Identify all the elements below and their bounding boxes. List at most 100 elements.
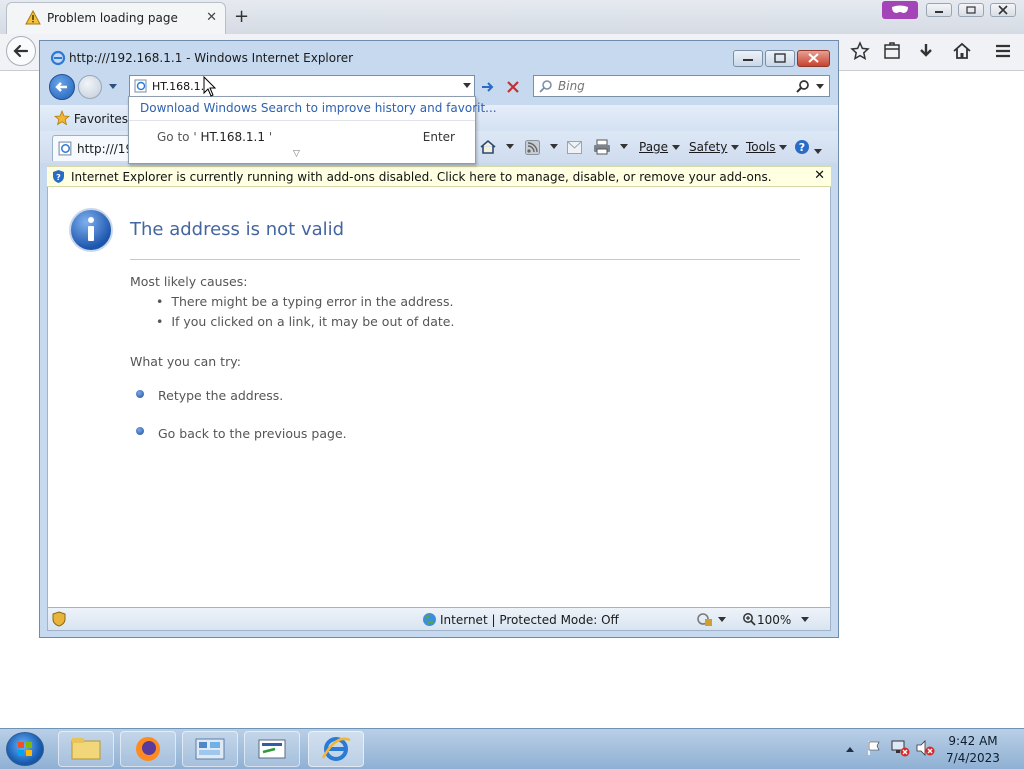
- firefox-close-button[interactable]: [990, 3, 1016, 17]
- globe-icon: [423, 613, 436, 626]
- zoom-dropdown-icon[interactable]: [801, 617, 809, 623]
- taskbar-control-panel-button[interactable]: [182, 731, 238, 767]
- home-icon[interactable]: [952, 41, 972, 61]
- library-icon[interactable]: [882, 41, 902, 61]
- folder-icon: [71, 738, 101, 760]
- taskbar-firefox-button[interactable]: [120, 731, 176, 767]
- ie-tab-label: http:///19: [77, 142, 134, 156]
- ie-back-button[interactable]: [49, 74, 75, 100]
- firefox-minimize-button[interactable]: [926, 3, 952, 17]
- zoom-icon[interactable]: [742, 612, 756, 626]
- home-icon[interactable]: [480, 139, 496, 155]
- page-menu-label: Page: [639, 140, 669, 154]
- protected-mode-icon[interactable]: [696, 612, 714, 627]
- security-zone-text[interactable]: Internet | Protected Mode: Off: [440, 613, 619, 627]
- help-dropdown-icon: [813, 149, 822, 154]
- address-autocomplete-dropdown: Download Windows Search to improve histo…: [128, 96, 497, 164]
- tools-menu[interactable]: Tools: [746, 140, 788, 154]
- home-dropdown-icon[interactable]: [506, 144, 514, 150]
- firefox-tab-title: Problem loading page: [47, 11, 178, 25]
- safety-menu-dropdown-icon: [731, 145, 740, 150]
- ie-forward-button[interactable]: [78, 75, 102, 99]
- show-hidden-icons-icon[interactable]: [845, 745, 855, 753]
- enter-hint: Enter: [422, 130, 455, 144]
- help-menu[interactable]: ?: [794, 139, 822, 158]
- hamburger-menu-icon[interactable]: [993, 41, 1013, 61]
- stop-icon[interactable]: [505, 79, 521, 95]
- ie-status-bar: Internet | Protected Mode: Off 100%: [47, 607, 831, 631]
- favorites-label: Favorites: [73, 112, 129, 126]
- goto-address: HT.168.1.1: [200, 130, 265, 144]
- addons-disabled-infobar[interactable]: ? Internet Explorer is currently running…: [47, 166, 831, 187]
- info-icon: [69, 208, 113, 252]
- ie-minimize-button[interactable]: [733, 50, 763, 67]
- firefox-icon: [136, 737, 160, 761]
- safety-menu-label: Safety: [689, 140, 728, 154]
- mail-icon[interactable]: [567, 141, 582, 154]
- goto-suffix: ': [268, 130, 273, 144]
- zone-dropdown-icon[interactable]: [718, 617, 726, 623]
- ie-close-button[interactable]: [797, 50, 830, 67]
- page-menu-dropdown-icon: [671, 145, 680, 150]
- infobar-message: Internet Explorer is currently running w…: [71, 170, 772, 184]
- page-menu[interactable]: Page: [639, 140, 680, 154]
- goto-suggestion[interactable]: Go to ' HT.168.1.1 ': [157, 130, 272, 144]
- address-input[interactable]: [152, 78, 452, 94]
- new-tab-button[interactable]: +: [234, 6, 249, 27]
- network-tray-icon[interactable]: [890, 739, 910, 757]
- history-dropdown-icon[interactable]: [108, 83, 118, 91]
- ie-search-box[interactable]: [533, 75, 830, 97]
- dropdown-separator: [129, 120, 475, 121]
- svg-text:?: ?: [799, 141, 805, 154]
- warning-triangle-icon: [25, 10, 41, 25]
- security-shield-icon: [52, 611, 66, 627]
- safety-menu[interactable]: Safety: [689, 140, 740, 154]
- ie-address-bar[interactable]: [129, 75, 475, 97]
- clock-date[interactable]: 7/4/2023: [938, 751, 1008, 765]
- download-windows-search-link[interactable]: Download Windows Search to improve histo…: [140, 101, 497, 115]
- firefox-tab-problem-loading[interactable]: Problem loading page ✕: [6, 2, 226, 34]
- go-arrow-icon[interactable]: [480, 79, 496, 95]
- control-panel-icon: [195, 738, 225, 760]
- search-input[interactable]: [558, 78, 788, 94]
- zoom-level[interactable]: 100%: [757, 613, 791, 627]
- firefox-restore-button[interactable]: [958, 3, 984, 17]
- tools-menu-label: Tools: [746, 140, 776, 154]
- help-icon: ?: [795, 140, 809, 154]
- download-arrow-icon[interactable]: [916, 41, 936, 61]
- taskbar-ie-button[interactable]: [308, 731, 364, 767]
- tools-menu-dropdown-icon: [779, 145, 788, 150]
- print-dropdown-icon[interactable]: [620, 144, 628, 150]
- action-center-flag-icon[interactable]: [866, 740, 882, 756]
- print-icon[interactable]: [593, 139, 611, 155]
- clock-time[interactable]: 9:42 AM: [938, 734, 1008, 748]
- start-button[interactable]: [6, 732, 44, 766]
- causes-heading: Most likely causes:: [130, 274, 248, 289]
- private-browsing-mask-icon: [882, 1, 918, 19]
- tab-close-icon[interactable]: ✕: [206, 10, 217, 25]
- infobar-close-icon[interactable]: ✕: [814, 168, 825, 183]
- back-button[interactable]: [6, 36, 36, 66]
- volume-muted-icon[interactable]: [915, 740, 935, 756]
- try-heading: What you can try:: [130, 354, 241, 369]
- taskbar-explorer-button[interactable]: [58, 731, 114, 767]
- svg-text:?: ?: [56, 173, 61, 182]
- address-dropdown-icon[interactable]: [463, 83, 471, 89]
- firefox-tab-strip: Problem loading page ✕ +: [0, 0, 1024, 34]
- ie-logo-icon: [50, 50, 66, 66]
- star-icon[interactable]: [850, 41, 870, 61]
- favorites-button[interactable]: Favorites: [53, 109, 129, 126]
- ie-logo-icon: [321, 737, 351, 761]
- ie-maximize-button[interactable]: [765, 50, 795, 67]
- search-go-icon[interactable]: [795, 79, 811, 95]
- feeds-dropdown-icon[interactable]: [550, 144, 558, 150]
- back-arrow-icon: [13, 44, 29, 58]
- windows-logo-icon: [18, 742, 32, 756]
- expand-more-icon[interactable]: ▽: [293, 149, 300, 159]
- search-provider-dropdown-icon[interactable]: [816, 84, 824, 90]
- retype-address-item: Retype the address.: [158, 388, 284, 403]
- go-back-link[interactable]: Go back to the previous page.: [158, 426, 347, 441]
- feeds-icon[interactable]: [525, 140, 540, 155]
- taskbar-network-button[interactable]: [244, 731, 300, 767]
- ie-title-bar: http:///192.168.1.1 - Windows Internet E…: [40, 41, 838, 73]
